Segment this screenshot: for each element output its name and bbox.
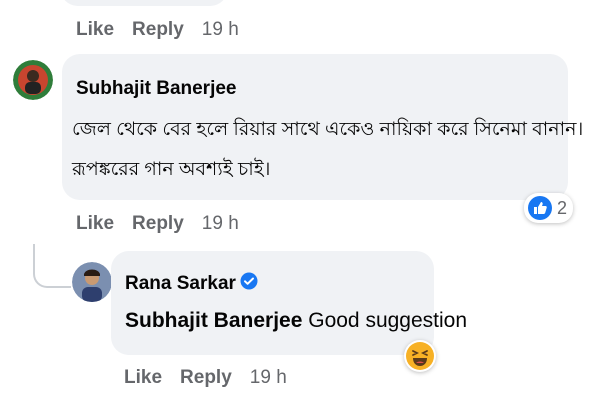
previous-comment-bubble [60, 0, 228, 6]
reply-bubble: Rana Sarkar Subhajit Banerjee Good sugge… [111, 251, 467, 355]
mention-link[interactable]: Subhajit Banerjee [125, 309, 302, 332]
reply-text: Good suggestion [308, 309, 468, 332]
avatar-image [72, 262, 112, 302]
comment-text-line-2: রূপঙ্করের গান অবশ্যই চাই। [72, 159, 271, 180]
like-button[interactable]: Like [76, 19, 114, 41]
previous-comment-actions: Like Reply 19 h [76, 19, 239, 41]
comment-text-line-1: জেল থেকে বের হলে রিয়ার সাথে একেও নায়িক… [72, 119, 584, 140]
avatar[interactable] [13, 60, 53, 100]
timestamp[interactable]: 19 h [250, 367, 287, 389]
timestamp[interactable]: 19 h [202, 213, 239, 235]
timestamp[interactable]: 19 h [202, 19, 239, 41]
reply-button[interactable]: Reply [132, 213, 184, 235]
reply-button[interactable]: Reply [180, 367, 232, 389]
haha-reaction-icon [406, 342, 434, 370]
like-button[interactable]: Like [76, 213, 114, 235]
reply-actions: Like Reply 19 h [124, 367, 287, 389]
like-reaction-icon [528, 196, 552, 220]
reaction-summary[interactable] [404, 340, 436, 372]
like-button[interactable]: Like [124, 367, 162, 389]
reaction-summary[interactable]: 2 [524, 193, 574, 223]
reply-button[interactable]: Reply [132, 19, 184, 41]
comment-actions: Like Reply 19 h [76, 213, 239, 235]
reaction-count: 2 [557, 197, 568, 218]
avatar[interactable] [72, 262, 112, 302]
comment-bubble: Subhajit Banerjee জেল থেকে বের হলে রিয়া… [62, 54, 583, 200]
avatar-image [13, 60, 53, 100]
comment-author[interactable]: Subhajit Banerjee [76, 78, 237, 100]
verified-badge-icon [240, 272, 258, 295]
thread-connector [33, 244, 71, 288]
reply-author[interactable]: Rana Sarkar [125, 273, 236, 295]
